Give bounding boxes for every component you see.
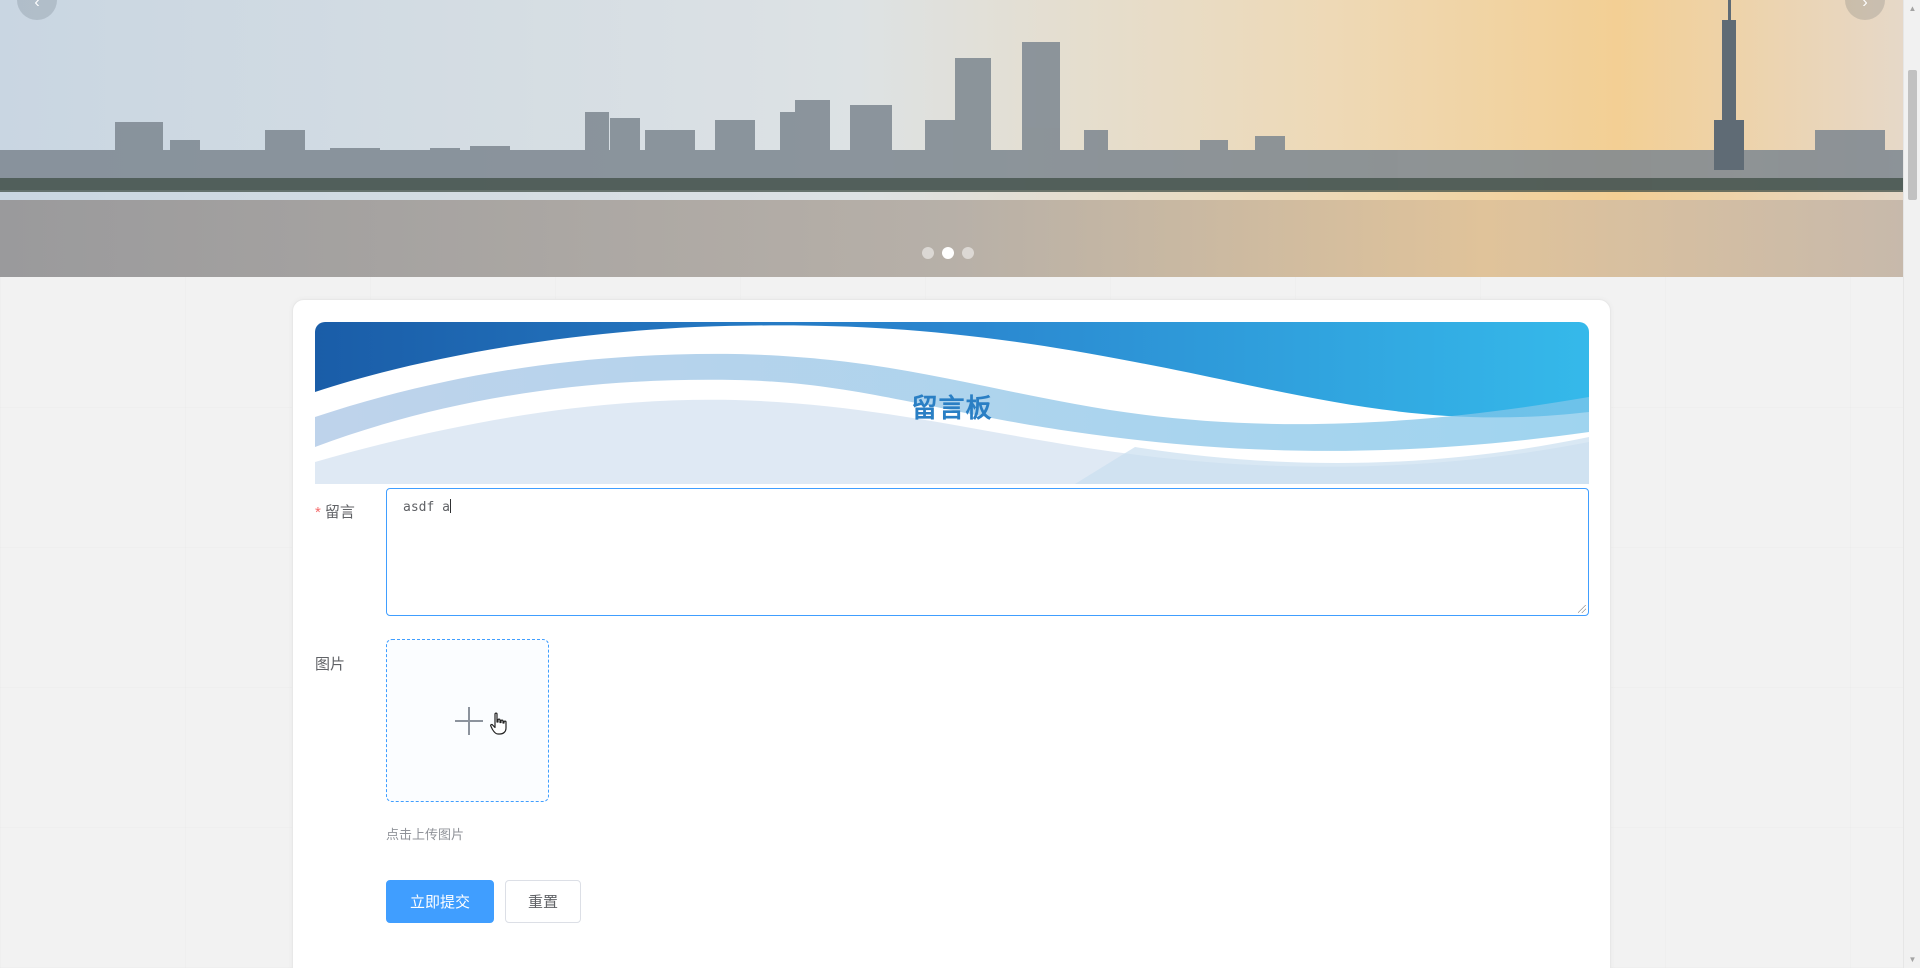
reset-button[interactable]: 重置 [505,880,581,923]
banner-carousel: ‹ › [0,0,1903,277]
message-label-text: 留言 [324,504,355,521]
chevron-left-icon: ‹ [34,0,40,11]
submit-button[interactable]: 立即提交 [386,880,494,923]
image-label: 图片 [315,656,346,673]
page-scrollbar[interactable]: ▲ ▼ [1903,0,1920,968]
message-textarea[interactable]: asdf a [386,488,1589,616]
upload-tip: 点击上传图片 [386,827,465,842]
carousel-indicator-3[interactable] [962,247,974,259]
scrollbar-thumb[interactable] [1908,70,1917,200]
message-board-header: 留言板 [315,322,1589,484]
chevron-right-icon: › [1862,0,1868,11]
city-skyline-image [0,0,1903,277]
carousel-indicator-1[interactable] [922,247,934,259]
carousel-indicator-2[interactable] [942,247,954,259]
message-label: * 留言 [315,501,355,522]
page-title: 留言板 [911,393,993,423]
message-text: asdf a [403,500,450,515]
text-caret [449,499,451,513]
resize-handle[interactable] [1578,605,1586,613]
required-mark: * [315,504,321,521]
scroll-down-icon[interactable]: ▼ [1904,951,1920,968]
carousel-indicators [922,247,974,259]
scroll-up-icon[interactable]: ▲ [1904,0,1920,17]
hand-pointer-icon [490,712,507,735]
image-upload-button[interactable] [386,639,549,802]
plus-icon [455,707,483,735]
message-board-card: 留言板 * 留言 asdf a 图片 点击上传图片 立即提交 重置 [292,299,1611,968]
